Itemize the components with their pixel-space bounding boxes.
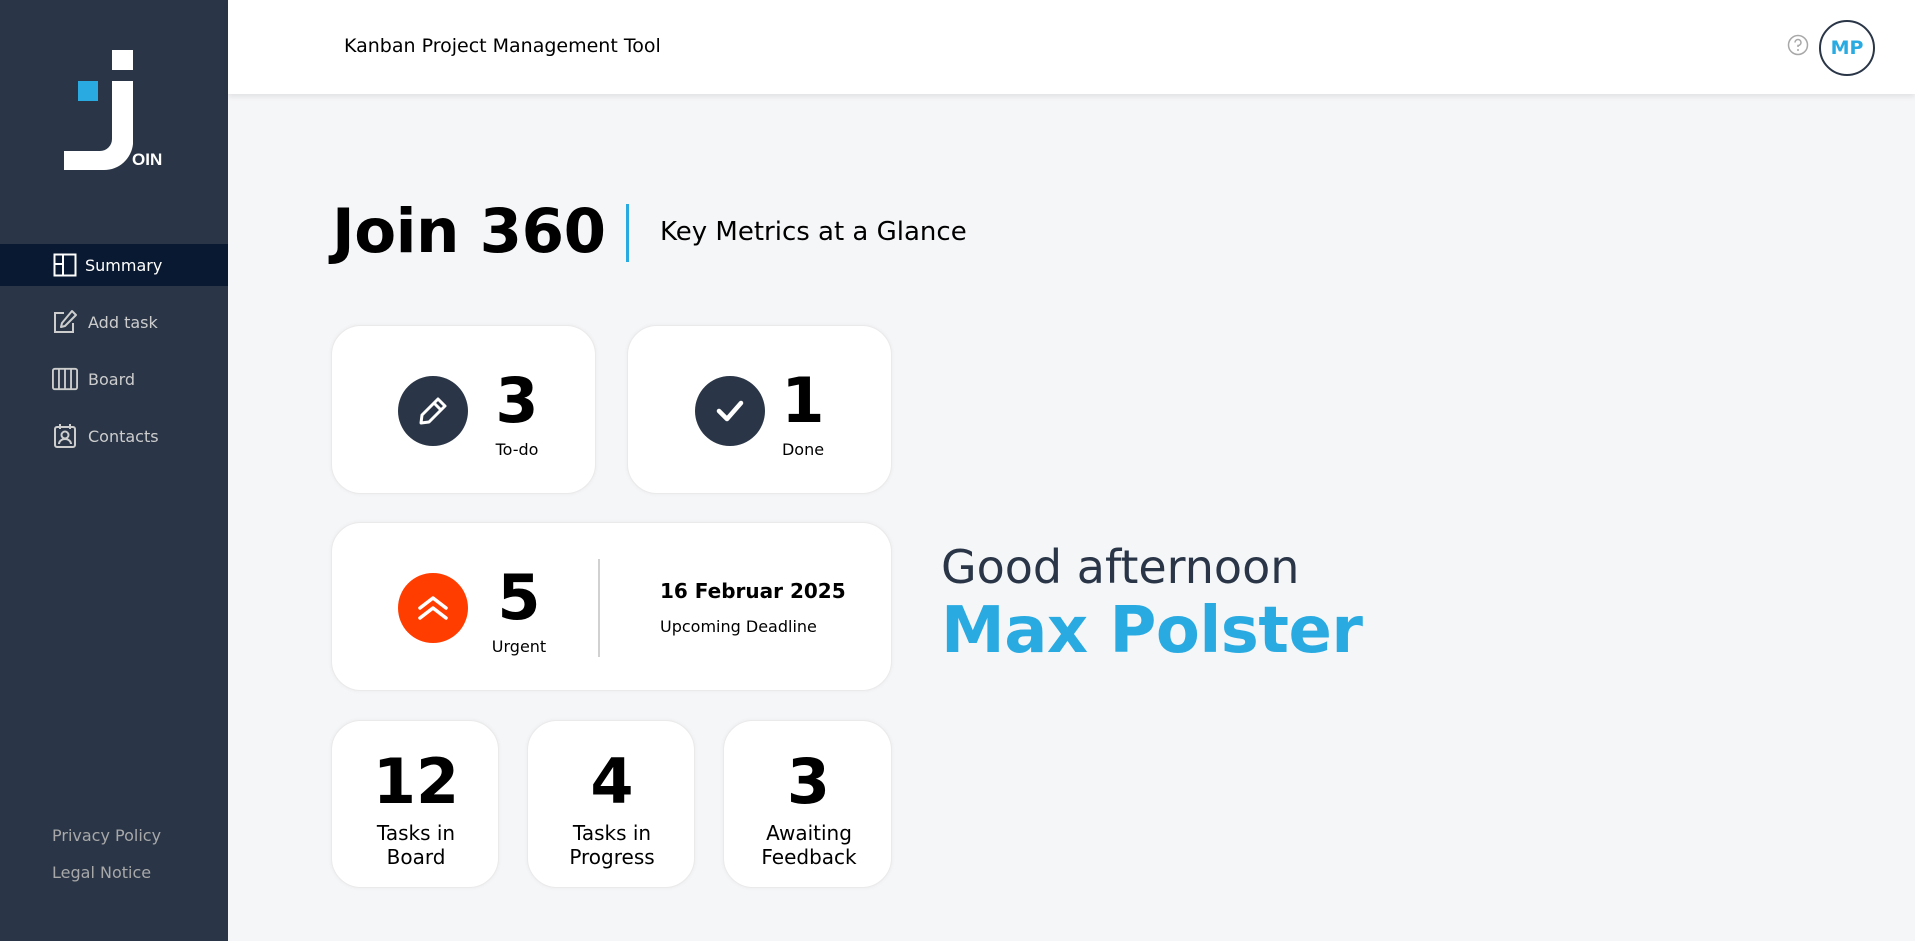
privacy-policy-link[interactable]: Privacy Policy [52,826,161,845]
page-title: Join 360 [332,196,606,267]
sidebar-item-label: Add task [88,312,158,332]
urgent-card[interactable]: 5 Urgent 16 Februar 2025 Upcoming Deadli… [331,522,892,691]
awaiting-feedback-count: 3 [786,745,831,818]
tasks-in-progress-count: 4 [590,745,634,818]
sidebar-item-label: Board [88,369,136,389]
done-label: Done [781,440,825,459]
legal-links: Privacy Policy Legal Notice [52,826,161,900]
sidebar-item-label: Summary [85,255,163,275]
help-icon[interactable] [1787,34,1809,56]
contacts-icon [52,423,78,449]
page-subtitle: Key Metrics at a Glance [660,217,967,247]
urgent-label: Urgent [491,637,547,656]
user-avatar[interactable]: MP [1819,20,1875,76]
checkmark-icon [695,376,765,446]
todo-label: To-do [495,440,539,459]
greeting-username: Max Polster [941,594,1363,668]
sidebar-item-summary[interactable]: Summary [0,244,228,286]
todo-count: 3 [495,364,539,437]
sidebar: OIN Summary Add task Board Contacts Priv… [0,0,228,941]
todo-card[interactable]: 3 To-do [331,325,596,494]
urgent-divider [598,559,600,657]
title-divider [626,204,629,262]
urgent-priority-icon [398,573,468,643]
header: Kanban Project Management Tool MP [228,0,1915,94]
join-logo-icon: OIN [64,50,162,171]
tasks-in-board-card[interactable]: 12 Tasks in Board [331,720,499,888]
sidebar-item-contacts[interactable]: Contacts [0,415,228,457]
join-logo[interactable]: OIN [62,48,166,173]
sidebar-nav: Summary Add task Board Contacts [0,244,228,472]
tasks-in-progress-card[interactable]: 4 Tasks in Progress [527,720,695,888]
legal-notice-link[interactable]: Legal Notice [52,863,161,882]
sidebar-item-label: Contacts [88,426,159,446]
deadline-label: Upcoming Deadline [660,617,817,636]
header-title: Kanban Project Management Tool [344,35,661,57]
board-icon [52,366,78,392]
sidebar-item-board[interactable]: Board [0,358,228,400]
awaiting-feedback-label: Awaiting Feedback [761,821,857,869]
tasks-in-board-count: 12 [372,745,460,818]
pencil-icon [398,376,468,446]
done-card[interactable]: 1 Done [627,325,892,494]
tasks-in-board-label: Tasks in Board [376,821,456,869]
sidebar-item-add-task[interactable]: Add task [0,301,228,343]
summary-icon [52,252,78,278]
awaiting-feedback-card[interactable]: 3 Awaiting Feedback [723,720,892,888]
greeting-text: Good afternoon [941,540,1300,594]
urgent-count: 5 [497,561,541,634]
deadline-date: 16 Februar 2025 [660,579,846,603]
done-count: 1 [781,364,825,437]
add-task-icon [52,309,78,335]
logo-text: OIN [132,150,162,169]
main-content: Join 360 Key Metrics at a Glance 3 To-do… [228,94,1915,941]
tasks-in-progress-label: Tasks in Progress [569,821,655,869]
